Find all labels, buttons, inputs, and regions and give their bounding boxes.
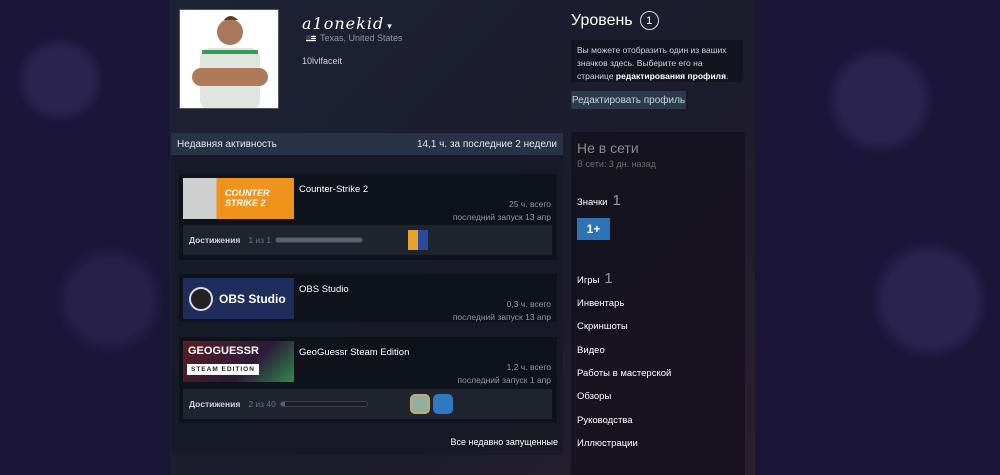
edit-profile-link[interactable]: редактирования профиля bbox=[616, 71, 726, 81]
status-panel: Не в сети В сети: 3 дн. назад Значки 1 1+… bbox=[571, 132, 745, 475]
achievement-progress bbox=[275, 237, 364, 243]
achievement-progress bbox=[279, 401, 368, 407]
geoguessr-achievement-icon[interactable] bbox=[410, 394, 430, 414]
game-card-obs: OBS Studio OBS Studio 0,3 ч. всего послед… bbox=[179, 274, 557, 322]
badges-label: Значки bbox=[577, 197, 608, 208]
games-label: Игры bbox=[577, 275, 600, 286]
cs2-logo: COUNTER STRIKE 2 bbox=[225, 188, 270, 208]
us-flag-icon bbox=[306, 34, 316, 42]
game-name[interactable]: Counter-Strike 2 bbox=[299, 184, 368, 195]
sidebar-item-artwork[interactable]: Иллюстрации bbox=[577, 438, 638, 449]
edit-profile-button[interactable]: Редактировать профиль bbox=[571, 91, 686, 109]
sidebar-item-inventory[interactable]: Инвентарь bbox=[577, 298, 624, 309]
sidebar-item-guides[interactable]: Руководства bbox=[577, 415, 633, 426]
last-played: последний запуск 13 апр bbox=[452, 312, 551, 322]
total-hours: 25 ч. всего bbox=[508, 199, 551, 209]
all-recent-link[interactable]: Все недавно запущенные bbox=[450, 437, 558, 447]
cs2-capsule[interactable]: COUNTER STRIKE 2 bbox=[183, 178, 294, 219]
progress-fill bbox=[280, 402, 286, 406]
location-text: Texas, United States bbox=[320, 33, 403, 43]
recent-activity: Недавняя активность 14,1 ч. за последние … bbox=[171, 133, 563, 455]
achievements-count: 1 из 1 bbox=[248, 235, 272, 245]
sidebar-item-badges[interactable]: Значки 1 bbox=[577, 192, 621, 209]
recent-title: Недавняя активность bbox=[177, 138, 277, 150]
profile-name-text: a1onekid bbox=[302, 14, 385, 33]
game-hours: 25 ч. всего последний запуск 13 апр bbox=[453, 198, 551, 224]
geoguessr-logo: GEOGUESSR bbox=[188, 345, 259, 357]
last-played: последний запуск 13 апр bbox=[452, 212, 551, 222]
total-hours: 0,3 ч. всего bbox=[506, 299, 551, 309]
geoguessr-subtitle: STEAM EDITION bbox=[187, 364, 259, 375]
sidebar-item-videos[interactable]: Видео bbox=[577, 345, 605, 356]
progress-fill bbox=[276, 238, 363, 242]
avatar[interactable] bbox=[179, 9, 279, 109]
profile-summary: 10lvlfaceit bbox=[302, 56, 343, 66]
badge-icon[interactable]: 1+ bbox=[577, 218, 610, 240]
badges-count: 1 bbox=[612, 192, 621, 209]
profile-name[interactable]: a1onekid ▾ bbox=[302, 14, 393, 33]
game-name[interactable]: OBS Studio bbox=[299, 284, 349, 295]
sidebar-item-games[interactable]: Игры 1 bbox=[577, 270, 613, 287]
geoguessr-achievement-icon[interactable] bbox=[433, 394, 453, 414]
avatar-image bbox=[180, 10, 278, 108]
achievements-row: Достижения 2 из 40 bbox=[183, 389, 552, 419]
last-online: В сети: 3 дн. назад bbox=[577, 159, 656, 169]
games-count: 1 bbox=[604, 270, 613, 287]
badge-info-end: . bbox=[726, 71, 729, 81]
level-heading: Уровень 1 bbox=[571, 11, 659, 30]
achievements-label: Достижения bbox=[189, 399, 241, 409]
game-hours: 0,3 ч. всего последний запуск 13 апр bbox=[453, 298, 551, 324]
obs-capsule[interactable]: OBS Studio bbox=[183, 278, 294, 319]
total-hours: 1,2 ч. всего bbox=[506, 362, 551, 372]
last-played: последний запуск 1 апр bbox=[457, 375, 551, 385]
obs-logo: OBS Studio bbox=[219, 291, 286, 306]
obs-logo-icon bbox=[189, 286, 213, 311]
recent-activity-header: Недавняя активность 14,1 ч. за последние … bbox=[171, 133, 563, 155]
chevron-down-icon[interactable]: ▾ bbox=[387, 22, 393, 32]
sidebar-item-screenshots[interactable]: Скриншоты bbox=[577, 321, 628, 332]
level-label: Уровень bbox=[571, 11, 633, 29]
cs2-achievement-icon[interactable] bbox=[408, 230, 428, 250]
recent-hours: 14,1 ч. за последние 2 недели bbox=[416, 138, 557, 150]
game-card-cs2: COUNTER STRIKE 2 Counter-Strike 2 25 ч. … bbox=[179, 174, 557, 260]
game-card-geoguessr: GEOGUESSR STEAM EDITION GeoGuessr Steam E… bbox=[179, 337, 557, 423]
achievements-row: Достижения 1 из 1 bbox=[183, 225, 552, 255]
profile-location: Texas, United States bbox=[306, 33, 403, 43]
achievements-count: 2 из 40 bbox=[248, 399, 276, 409]
online-status: Не в сети bbox=[577, 140, 639, 156]
game-name[interactable]: GeoGuessr Steam Edition bbox=[299, 347, 409, 358]
level-badge: 1 bbox=[639, 11, 659, 30]
sidebar-item-workshop[interactable]: Работы в мастерской bbox=[577, 368, 671, 379]
achievements-label: Достижения bbox=[189, 235, 241, 245]
geoguessr-capsule[interactable]: GEOGUESSR STEAM EDITION bbox=[183, 341, 294, 382]
game-hours: 1,2 ч. всего последний запуск 1 апр bbox=[458, 361, 551, 387]
sidebar-item-reviews[interactable]: Обзоры bbox=[577, 391, 611, 402]
badge-info: Вы можете отобразить один из ваших значк… bbox=[571, 40, 743, 82]
